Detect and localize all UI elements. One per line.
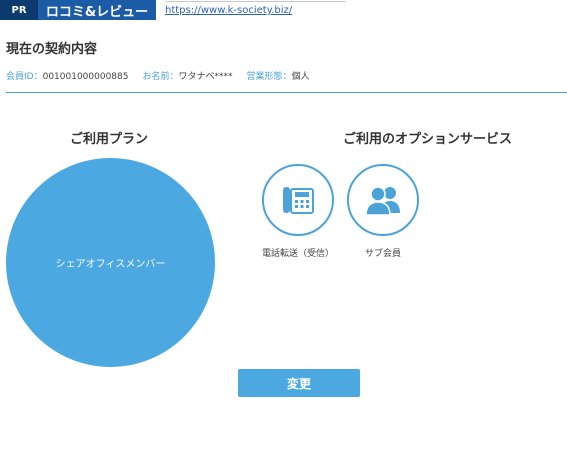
plan-heading: ご利用プラン: [70, 132, 149, 147]
member-name-value: ワタナベ****: [178, 72, 233, 82]
member-name: お名前：ワタナベ****: [143, 69, 233, 82]
option-label-phone: 電話転送（受信）: [262, 249, 335, 259]
pr-badge: PR: [0, 0, 38, 20]
member-id-label: 会員ID：: [6, 72, 43, 82]
options-heading: ご利用のオプションサービス: [343, 132, 513, 147]
option-sub-member[interactable]: サブ会員: [347, 164, 419, 259]
member-id-value: 001001000000885: [42, 72, 129, 82]
option-phone-forwarding[interactable]: 電話転送（受信）: [262, 164, 334, 259]
business-type-value: 個人: [291, 72, 310, 82]
member-id: 会員ID：001001000000885: [6, 69, 129, 82]
site-url-link[interactable]: https://www.k-society.biz/: [165, 5, 292, 16]
plan-circle: シェアオフィスメンバー: [6, 158, 215, 367]
telephone-icon: [283, 187, 314, 214]
review-banner[interactable]: ロコミ&レビュー: [38, 0, 156, 20]
option-circle-users: [347, 164, 419, 236]
change-button[interactable]: 変更: [238, 369, 360, 397]
plan-name: シェアオフィスメンバー: [55, 259, 166, 270]
business-type: 営業形態：個人: [247, 69, 310, 82]
option-label-sub-member: サブ会員: [364, 249, 401, 259]
member-info-row: 会員ID：001001000000885 お名前：ワタナベ**** 営業形態：個…: [6, 69, 310, 82]
option-circle-phone: [262, 164, 334, 236]
member-name-label: お名前：: [142, 72, 179, 82]
page-title: 現在の契約内容: [6, 42, 98, 57]
top-banner: PR ロコミ&レビュー https://www.k-society.biz/: [0, 0, 567, 20]
section-divider: [6, 92, 567, 93]
users-icon: [365, 186, 400, 216]
banner-divider: [166, 0, 346, 2]
business-type-label: 営業形態：: [246, 72, 292, 82]
